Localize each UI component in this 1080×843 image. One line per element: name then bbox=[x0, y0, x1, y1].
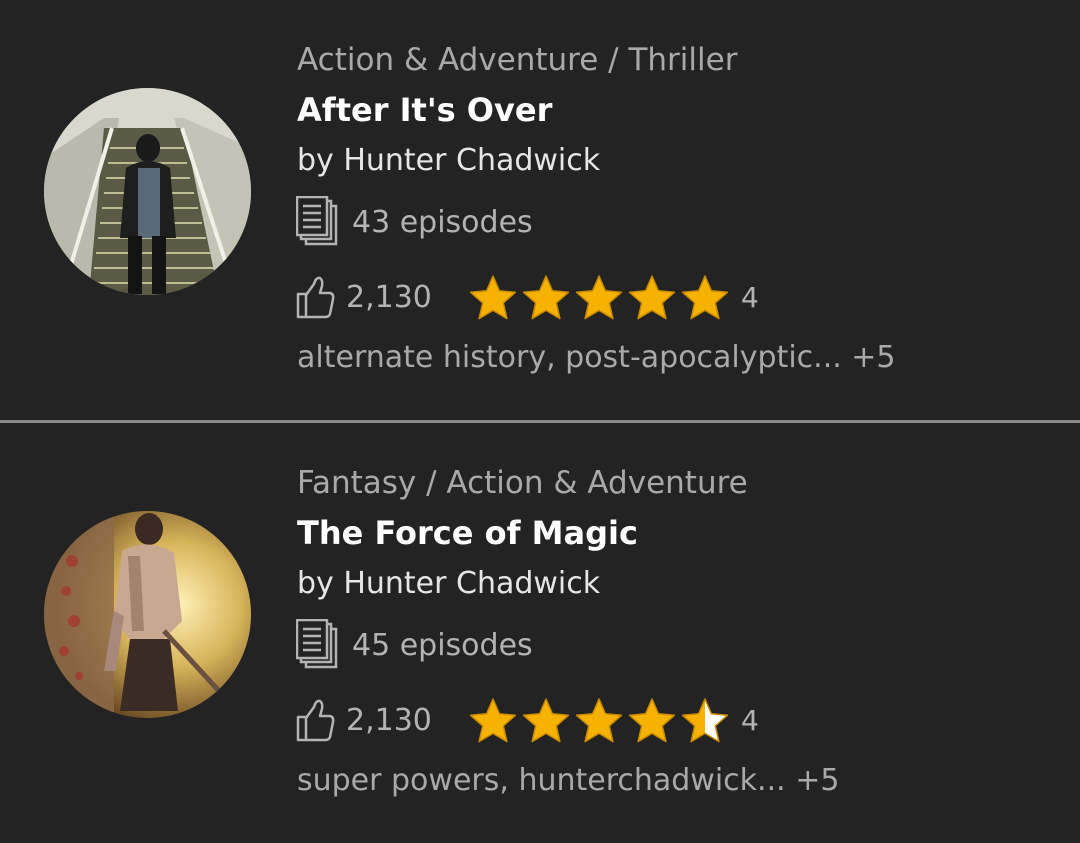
story-title[interactable]: After It's Over bbox=[297, 91, 552, 129]
story-cover-image[interactable] bbox=[44, 88, 251, 295]
story-cover-image[interactable] bbox=[44, 511, 251, 718]
episodes-info: 45 episodes bbox=[296, 619, 533, 671]
likes-count: 2,130 bbox=[346, 702, 432, 738]
episodes-info: 43 episodes bbox=[296, 196, 533, 248]
story-card[interactable]: Action & Adventure / Thriller After It's… bbox=[0, 0, 1080, 420]
star-full-icon bbox=[522, 275, 570, 320]
star-rating bbox=[468, 273, 733, 321]
episodes-icon bbox=[296, 196, 338, 246]
rating-count: 4 bbox=[741, 703, 759, 737]
star-full-icon bbox=[575, 698, 623, 743]
story-card[interactable]: Fantasy / Action & Adventure The Force o… bbox=[0, 423, 1080, 843]
episodes-count: 43 episodes bbox=[352, 204, 533, 240]
episodes-count: 45 episodes bbox=[352, 627, 533, 663]
star-full-icon bbox=[628, 698, 676, 743]
star-full-icon bbox=[522, 698, 570, 743]
story-genre: Fantasy / Action & Adventure bbox=[297, 465, 748, 501]
star-full-icon bbox=[469, 698, 517, 743]
episodes-icon bbox=[296, 619, 338, 669]
rating-count: 4 bbox=[741, 280, 759, 314]
thumbs-up-icon[interactable] bbox=[296, 697, 336, 743]
star-full-icon bbox=[575, 275, 623, 320]
star-rating bbox=[468, 696, 733, 744]
likes-rating-row: 2,130 4 bbox=[296, 695, 759, 745]
star-half-icon bbox=[681, 698, 729, 743]
star-full-icon bbox=[469, 275, 517, 320]
story-title[interactable]: The Force of Magic bbox=[297, 514, 638, 552]
thumbs-up-icon[interactable] bbox=[296, 274, 336, 320]
likes-rating-row: 2,130 4 bbox=[296, 272, 759, 322]
likes-count: 2,130 bbox=[346, 279, 432, 315]
story-genre: Action & Adventure / Thriller bbox=[297, 42, 738, 78]
star-full-icon bbox=[628, 275, 676, 320]
star-full-icon bbox=[681, 275, 729, 320]
story-author[interactable]: by Hunter Chadwick bbox=[297, 566, 600, 601]
story-tags[interactable]: alternate history, post-apocalyptic... +… bbox=[297, 340, 896, 375]
story-author[interactable]: by Hunter Chadwick bbox=[297, 143, 600, 178]
story-tags[interactable]: super powers, hunterchadwick... +5 bbox=[297, 763, 839, 798]
